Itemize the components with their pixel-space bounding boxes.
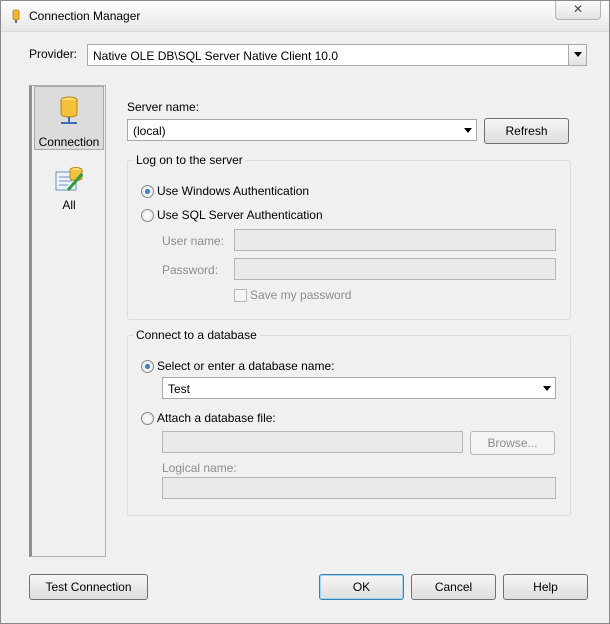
ok-button[interactable]: OK xyxy=(319,574,404,600)
cancel-button[interactable]: Cancel xyxy=(411,574,496,600)
database-group-title: Connect to a database xyxy=(133,328,260,342)
browse-button[interactable]: Browse... xyxy=(470,431,555,455)
server-name-combo[interactable]: (local) xyxy=(127,119,477,141)
user-name-field[interactable] xyxy=(234,229,556,251)
windows-auth-radio[interactable] xyxy=(141,185,154,198)
password-label: Password: xyxy=(162,263,219,277)
chevron-down-icon[interactable] xyxy=(464,128,472,133)
attach-database-radio[interactable] xyxy=(141,412,154,425)
sidebar-item-label: All xyxy=(62,198,76,212)
provider-value: Native OLE DB\SQL Server Native Client 1… xyxy=(93,49,338,63)
title-bar: Connection Manager ✕ xyxy=(1,1,609,32)
test-connection-button[interactable]: Test Connection xyxy=(29,574,148,600)
save-password-label[interactable]: Save my password xyxy=(250,288,351,302)
server-name-label: Server name: xyxy=(127,100,200,114)
sql-auth-label[interactable]: Use SQL Server Authentication xyxy=(157,208,323,222)
sidebar-item-label: Connection xyxy=(38,135,100,149)
logon-group-title: Log on to the server xyxy=(133,153,246,167)
logical-name-label: Logical name: xyxy=(162,461,237,475)
provider-dropdown-button[interactable] xyxy=(568,45,586,65)
chevron-down-icon xyxy=(574,52,582,57)
help-button[interactable]: Help xyxy=(503,574,588,600)
provider-label: Provider: xyxy=(29,47,78,61)
select-database-label[interactable]: Select or enter a database name: xyxy=(157,359,334,373)
database-file-field[interactable] xyxy=(162,431,463,453)
sidebar-item-connection[interactable]: Connection xyxy=(34,86,104,150)
logical-name-field[interactable] xyxy=(162,477,556,499)
select-database-radio[interactable] xyxy=(141,360,154,373)
sql-auth-radio[interactable] xyxy=(141,209,154,222)
attach-database-label[interactable]: Attach a database file: xyxy=(157,411,276,425)
properties-icon xyxy=(55,167,84,191)
windows-auth-label[interactable]: Use Windows Authentication xyxy=(157,184,309,198)
save-password-checkbox[interactable] xyxy=(234,289,247,302)
database-name-value: Test xyxy=(168,382,191,396)
close-button[interactable]: ✕ xyxy=(555,1,601,20)
database-small-icon xyxy=(12,9,20,23)
window-title: Connection Manager xyxy=(29,9,141,23)
close-icon: ✕ xyxy=(572,2,584,16)
database-icon xyxy=(60,96,78,124)
password-field[interactable] xyxy=(234,258,556,280)
connection-manager-window: Connection Manager ✕ Provider: Native OL… xyxy=(0,0,610,624)
chevron-down-icon[interactable] xyxy=(543,386,551,391)
user-name-label: User name: xyxy=(162,234,225,248)
provider-dropdown[interactable]: Native OLE DB\SQL Server Native Client 1… xyxy=(87,44,587,66)
database-name-combo[interactable]: Test xyxy=(162,377,556,399)
page-selector: Connection All xyxy=(29,85,106,557)
refresh-button[interactable]: Refresh xyxy=(484,118,569,144)
server-name-value: (local) xyxy=(133,124,166,138)
sidebar-item-all[interactable]: All xyxy=(34,164,104,214)
